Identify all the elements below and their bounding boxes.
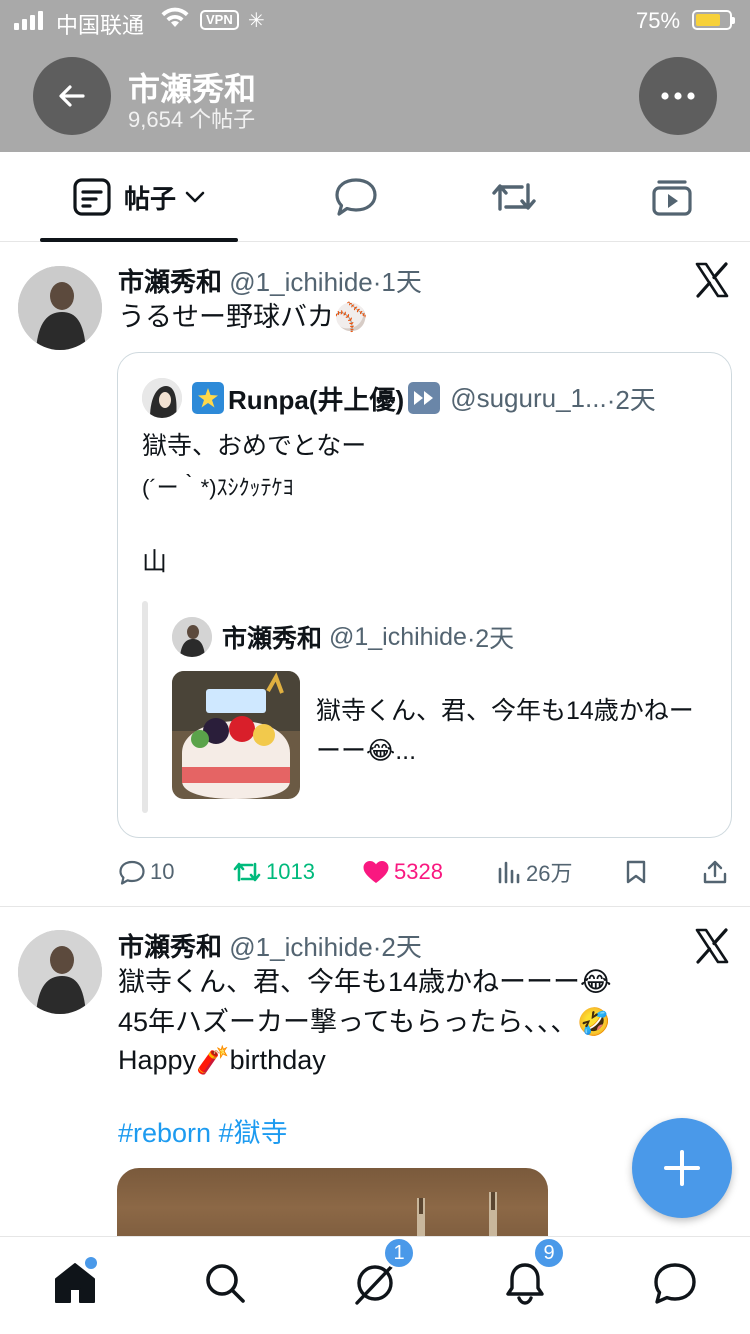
share-button[interactable] <box>702 850 728 894</box>
nested-quote-header: 市瀬秀和 @1_ichihide ·2天 <box>172 617 514 657</box>
bookmark-icon <box>626 860 646 884</box>
tweet-text-line-1: 獄寺くん、君、今年も14歳かねーーー😂 <box>118 967 612 997</box>
x-logo-icon <box>695 262 729 298</box>
grok-badge: 1 <box>383 1237 415 1269</box>
quoted-tweet[interactable]: Runpa(井上優) @suguru_1... ·2天 獄寺、おめでとなー (´ー… <box>117 352 732 838</box>
nested-author-name: 市瀬秀和 <box>222 625 323 653</box>
tweet-time: ·2天 <box>372 932 422 962</box>
quoted-text-line-1: 獄寺、おめでとなー <box>142 432 367 460</box>
views-button[interactable]: 26万 <box>496 850 572 894</box>
tweet-time: ·1天 <box>372 267 422 297</box>
nested-tweet-text: 獄寺くん、君、今年も14歳かねーーー😂... <box>316 697 694 765</box>
views-chart-icon <box>498 861 520 884</box>
compose-button[interactable] <box>632 1118 732 1218</box>
tweet-header: 市瀬秀和 @1_ichihide·2天 <box>118 927 422 964</box>
tweet-text-line-3: Happy🧨birthday <box>118 1045 326 1075</box>
tweet-1[interactable]: 市瀬秀和 @1_ichihide·1天 うるせー野球バカ⚾ Runpa(井上優)… <box>0 0 750 907</box>
quoted-tweet-time: ·2天 <box>606 384 656 415</box>
bookmark-button[interactable] <box>624 850 648 894</box>
cake-photo-thumbnail[interactable] <box>172 671 300 799</box>
repost-icon <box>233 862 261 882</box>
reply-icon <box>119 860 145 885</box>
message-bubble-icon <box>654 1263 696 1304</box>
nested-author-handle: @1_ichihide <box>328 622 467 651</box>
nav-grok[interactable]: 1 <box>347 1237 415 1311</box>
hashtags[interactable]: #reborn #獄寺 <box>118 1114 288 1153</box>
tweet-actions: 10 1013 5328 26万 <box>118 850 730 894</box>
nav-messages[interactable] <box>647 1255 703 1311</box>
author-handle[interactable]: @1_ichihide <box>229 267 372 297</box>
quoted-text-line-3: 山 <box>142 548 168 576</box>
notifications-badge: 9 <box>533 1237 565 1269</box>
tweet-header: 市瀬秀和 @1_ichihide·1天 <box>118 262 422 299</box>
like-count: 5328 <box>394 859 443 884</box>
plus-icon <box>664 1150 700 1186</box>
repost-button[interactable]: 1013 <box>232 850 315 894</box>
search-icon <box>206 1264 245 1303</box>
reply-count: 10 <box>150 859 175 884</box>
repost-count: 1013 <box>266 859 315 884</box>
author-name[interactable]: 市瀬秀和 <box>118 267 222 297</box>
avatar[interactable] <box>18 930 102 1014</box>
bottom-navigation: 1 9 <box>0 1236 750 1334</box>
author-name[interactable]: 市瀬秀和 <box>118 932 222 962</box>
bell-icon <box>506 1263 544 1305</box>
author-handle[interactable]: @1_ichihide <box>229 932 372 962</box>
x-logo-icon <box>695 928 729 964</box>
tweet-text: うるせー野球バカ⚾ <box>118 302 368 332</box>
quoted-tweet-header: Runpa(井上優) @suguru_1... ·2天 <box>142 377 656 419</box>
quoted-author-handle: @suguru_1... <box>450 382 607 413</box>
nested-tweet-time: ·2天 <box>466 625 515 653</box>
grok-icon <box>355 1263 395 1305</box>
heart-filled-icon <box>363 861 389 883</box>
tweet-divider <box>0 906 750 907</box>
quoted-text-line-2: (´ー｀*)ｽｼｸｯﾃｹﾖ <box>142 475 294 500</box>
share-icon <box>703 860 727 884</box>
nested-avatar <box>172 617 212 657</box>
like-button[interactable]: 5328 <box>362 850 443 894</box>
avatar[interactable] <box>18 266 102 350</box>
home-new-dot <box>85 1257 97 1269</box>
quoted-author-name: Runpa(井上優) <box>228 384 405 415</box>
reply-button[interactable]: 10 <box>118 850 174 894</box>
nav-search[interactable] <box>197 1255 253 1311</box>
views-count: 26万 <box>526 861 573 886</box>
nav-home[interactable] <box>47 1255 103 1311</box>
fast-forward-emoji-icon <box>408 382 441 414</box>
nested-quote-bar <box>142 601 148 813</box>
shooting-star-emoji-icon <box>192 382 224 414</box>
nav-notifications[interactable]: 9 <box>497 1237 565 1311</box>
quoted-avatar <box>142 378 182 418</box>
tweet-text-line-2: 45年ハズーカー撃ってもらったら、、、🤣 <box>118 1007 611 1037</box>
